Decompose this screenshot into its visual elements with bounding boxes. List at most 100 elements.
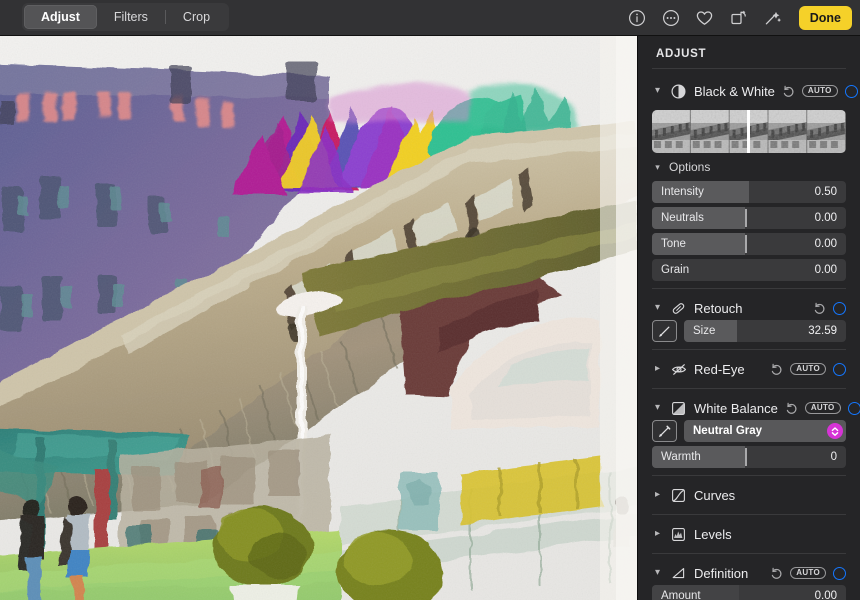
tab-crop[interactable]: Crop (166, 5, 227, 29)
slider-grain[interactable]: Grain 0.00 (652, 259, 846, 281)
enable-toggle[interactable] (844, 84, 858, 98)
reset-icon[interactable] (813, 302, 826, 315)
disclosure-chevron-right-icon[interactable]: ▸ (652, 490, 663, 500)
disclosure-chevron-down-icon[interactable]: ▾ (652, 86, 663, 96)
slider-value: 0.00 (814, 238, 837, 250)
slider-intensity[interactable]: Intensity 0.50 (652, 181, 846, 203)
enhance-wand-icon[interactable] (762, 7, 784, 29)
section-header-white-balance[interactable]: ▾ White Balance AUTO (652, 396, 860, 420)
editor-body: ADJUST ▾ Black & White AUTO ▾ Options In… (0, 36, 860, 600)
photo-editor-window: Adjust Filters Crop Done ADJUST ▾ Black … (0, 0, 860, 600)
tab-adjust[interactable]: Adjust (24, 5, 97, 29)
disclosure-chevron-down-icon[interactable]: ▾ (652, 403, 663, 413)
eyedropper-icon[interactable] (652, 420, 677, 442)
retouch-bandage-icon (670, 301, 687, 316)
black-and-white-preset-strip[interactable] (652, 110, 846, 153)
slider-neutrals[interactable]: Neutrals 0.00 (652, 207, 846, 229)
black-and-white-icon (670, 83, 687, 99)
disclosure-chevron-right-icon[interactable]: ▸ (652, 529, 663, 539)
enable-toggle[interactable] (833, 566, 846, 580)
white-balance-picker-row: Neutral Gray (652, 420, 846, 442)
section-header-definition[interactable]: ▾ Definition AUTO (652, 561, 846, 585)
retouch-size-row: Size 32.59 (652, 320, 846, 342)
section-header-red-eye[interactable]: ▸ Red-Eye AUTO (652, 357, 846, 381)
slider-value: 0 (830, 451, 837, 463)
section-title-retouch: Retouch (694, 300, 743, 316)
slider-label: Size (693, 325, 716, 337)
auto-button[interactable]: AUTO (804, 401, 841, 415)
enable-toggle[interactable] (833, 362, 846, 376)
section-divider (652, 349, 846, 350)
title-divider (652, 68, 846, 69)
slider-label: Intensity (661, 186, 704, 198)
enable-toggle[interactable] (847, 401, 860, 415)
more-options-icon[interactable] (660, 7, 682, 29)
slider-value: 0.00 (814, 264, 837, 276)
disclosure-chevron-down-icon[interactable]: ▾ (652, 303, 663, 313)
slider-label: Neutrals (661, 212, 704, 224)
section-header-curves[interactable]: ▸ Curves (652, 483, 846, 507)
auto-button[interactable]: AUTO (790, 362, 826, 376)
auto-button[interactable]: AUTO (790, 566, 826, 580)
section-title-curves: Curves (694, 487, 736, 503)
slider-value: 0.00 (814, 590, 837, 600)
rotate-icon[interactable] (728, 7, 750, 29)
white-balance-icon (670, 401, 687, 416)
info-icon[interactable] (626, 7, 648, 29)
levels-histogram-icon (670, 527, 687, 542)
section-controls-white-balance: AUTO (785, 401, 860, 415)
favorite-heart-icon[interactable] (694, 7, 716, 29)
reset-icon[interactable] (785, 402, 798, 415)
section-divider (652, 553, 846, 554)
section-header-black-and-white[interactable]: ▾ Black & White AUTO (652, 79, 858, 103)
slider-tone[interactable]: Tone 0.00 (652, 233, 846, 255)
disclosure-chevron-down-icon[interactable]: ▾ (652, 568, 663, 578)
options-label: Options (669, 160, 711, 174)
reset-icon[interactable] (770, 567, 783, 580)
section-title-definition: Definition (694, 565, 749, 581)
slider-value: 0.50 (814, 186, 837, 198)
slider-tick (745, 235, 748, 253)
slider-label: Tone (661, 238, 686, 250)
enable-toggle[interactable] (833, 301, 846, 315)
section-title-white-balance: White Balance (694, 400, 778, 416)
inspector-title: ADJUST (656, 48, 707, 60)
tab-crop-label: Crop (182, 10, 211, 24)
reset-icon[interactable] (770, 363, 783, 376)
slider-label: Grain (661, 264, 690, 276)
section-controls-red-eye: AUTO (770, 362, 846, 376)
section-divider (652, 514, 846, 515)
mode-segmented-control[interactable]: Adjust Filters Crop (22, 3, 230, 31)
image-canvas[interactable] (0, 36, 637, 600)
slider-tick (745, 209, 748, 227)
tab-filters-label: Filters (113, 10, 148, 24)
popup-stepper-chevrons-icon[interactable] (827, 423, 843, 439)
section-title-levels: Levels (694, 526, 732, 542)
options-row[interactable]: ▾ Options (652, 157, 846, 177)
retouch-brush-icon[interactable] (652, 320, 677, 342)
tab-filters[interactable]: Filters (97, 5, 165, 29)
curves-icon (670, 488, 687, 503)
slider-size[interactable]: Size 32.59 (684, 320, 846, 342)
reset-icon[interactable] (782, 85, 795, 98)
top-toolbar: Adjust Filters Crop Done (0, 0, 860, 36)
options-chevron-down-icon[interactable]: ▾ (652, 162, 663, 172)
white-balance-mode-value: Neutral Gray (693, 425, 763, 437)
section-header-retouch[interactable]: ▾ Retouch (652, 296, 846, 320)
slider-label: Warmth (661, 451, 701, 463)
definition-icon (670, 566, 687, 581)
white-balance-mode-popup[interactable]: Neutral Gray (684, 420, 846, 442)
slider-tick (745, 448, 748, 466)
section-divider (652, 288, 846, 289)
slider-amount[interactable]: Amount 0.00 (652, 585, 846, 600)
section-title-black-and-white: Black & White (694, 83, 775, 99)
disclosure-chevron-right-icon[interactable]: ▸ (652, 364, 663, 374)
edited-photo (0, 36, 637, 600)
section-divider (652, 388, 846, 389)
auto-button[interactable]: AUTO (801, 84, 838, 98)
slider-warmth[interactable]: Warmth 0 (652, 446, 846, 468)
toolbar-actions: Done (626, 0, 852, 36)
done-button[interactable]: Done (798, 6, 852, 30)
section-controls-black-and-white: AUTO (782, 84, 858, 98)
section-header-levels[interactable]: ▸ Levels (652, 522, 846, 546)
